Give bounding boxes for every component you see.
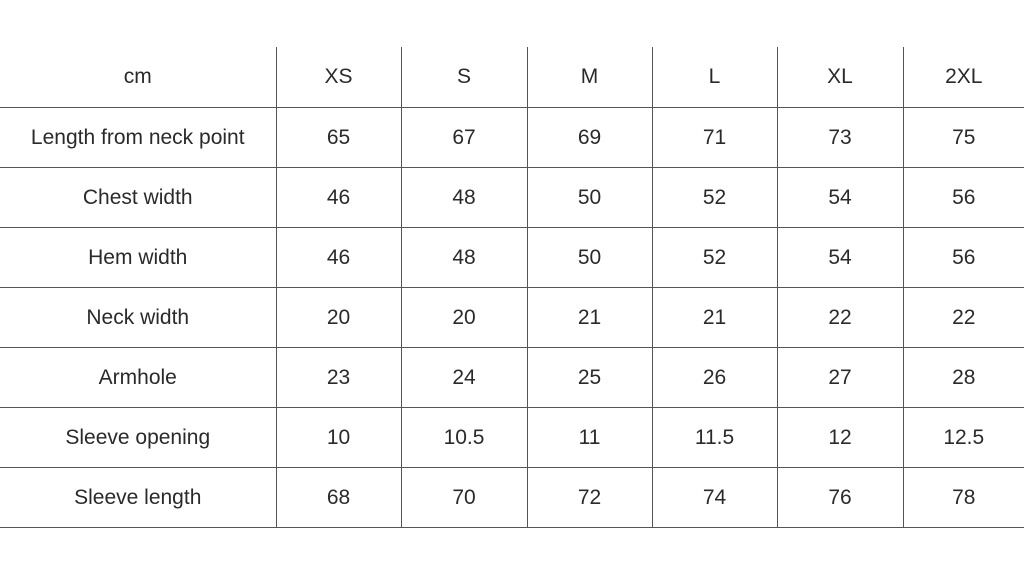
measurement-value: 48 <box>400 167 528 228</box>
measurement-value: 11.5 <box>651 407 778 468</box>
measurement-value: 46 <box>275 227 402 288</box>
unit-header: cm <box>0 47 277 108</box>
size-chart-table: cm XS S M L XL 2XL Length from neck point 65 67 69… <box>0 47 1024 528</box>
size-header: M <box>526 47 653 108</box>
measurement-value: 75 <box>902 107 1024 168</box>
size-header: 2XL <box>902 47 1024 108</box>
measurement-value: 56 <box>902 227 1024 288</box>
table-row: Neck width 20 20 21 21 22 22 <box>0 287 1024 348</box>
size-header: L <box>651 47 778 108</box>
measurement-value: 50 <box>526 227 653 288</box>
measurement-value: 52 <box>651 167 778 228</box>
measurement-value: 54 <box>776 167 904 228</box>
measurement-value: 76 <box>776 467 904 528</box>
measurement-value: 69 <box>526 107 653 168</box>
measurement-value: 54 <box>776 227 904 288</box>
measurement-label: Hem width <box>0 227 277 288</box>
table-row: Armhole 23 24 25 26 27 28 <box>0 347 1024 408</box>
size-header: XS <box>275 47 402 108</box>
measurement-value: 22 <box>902 287 1024 348</box>
table-row: Hem width 46 48 50 52 54 56 <box>0 227 1024 288</box>
measurement-value: 10 <box>275 407 402 468</box>
measurement-value: 72 <box>526 467 653 528</box>
measurement-value: 11 <box>526 407 653 468</box>
measurement-value: 78 <box>902 467 1024 528</box>
measurement-value: 67 <box>400 107 528 168</box>
table-row: Length from neck point 65 67 69 71 73 75 <box>0 107 1024 168</box>
measurement-value: 20 <box>400 287 528 348</box>
measurement-value: 73 <box>776 107 904 168</box>
size-header: S <box>400 47 528 108</box>
measurement-label: Chest width <box>0 167 277 228</box>
table-row: Chest width 46 48 50 52 54 56 <box>0 167 1024 228</box>
size-header: XL <box>776 47 904 108</box>
measurement-value: 21 <box>651 287 778 348</box>
measurement-label: Neck width <box>0 287 277 348</box>
measurement-label: Length from neck point <box>0 107 277 168</box>
measurement-value: 65 <box>275 107 402 168</box>
measurement-value: 21 <box>526 287 653 348</box>
table-row: Sleeve length 68 70 72 74 76 78 <box>0 467 1024 528</box>
measurement-value: 27 <box>776 347 904 408</box>
measurement-value: 12 <box>776 407 904 468</box>
measurement-value: 28 <box>902 347 1024 408</box>
measurement-value: 12.5 <box>902 407 1024 468</box>
measurement-value: 25 <box>526 347 653 408</box>
header-row: cm XS S M L XL 2XL <box>0 47 1024 108</box>
measurement-value: 74 <box>651 467 778 528</box>
measurement-value: 22 <box>776 287 904 348</box>
measurement-value: 52 <box>651 227 778 288</box>
measurement-value: 24 <box>400 347 528 408</box>
measurement-value: 46 <box>275 167 402 228</box>
measurement-label: Sleeve opening <box>0 407 277 468</box>
table-row: Sleeve opening 10 10.5 11 11.5 12 12.5 <box>0 407 1024 468</box>
measurement-value: 48 <box>400 227 528 288</box>
measurement-value: 50 <box>526 167 653 228</box>
measurement-value: 23 <box>275 347 402 408</box>
measurement-value: 70 <box>400 467 528 528</box>
measurement-value: 20 <box>275 287 402 348</box>
measurement-label: Sleeve length <box>0 467 277 528</box>
measurement-value: 68 <box>275 467 402 528</box>
measurement-value: 71 <box>651 107 778 168</box>
measurement-value: 26 <box>651 347 778 408</box>
measurement-label: Armhole <box>0 347 277 408</box>
measurement-value: 56 <box>902 167 1024 228</box>
measurement-value: 10.5 <box>400 407 528 468</box>
